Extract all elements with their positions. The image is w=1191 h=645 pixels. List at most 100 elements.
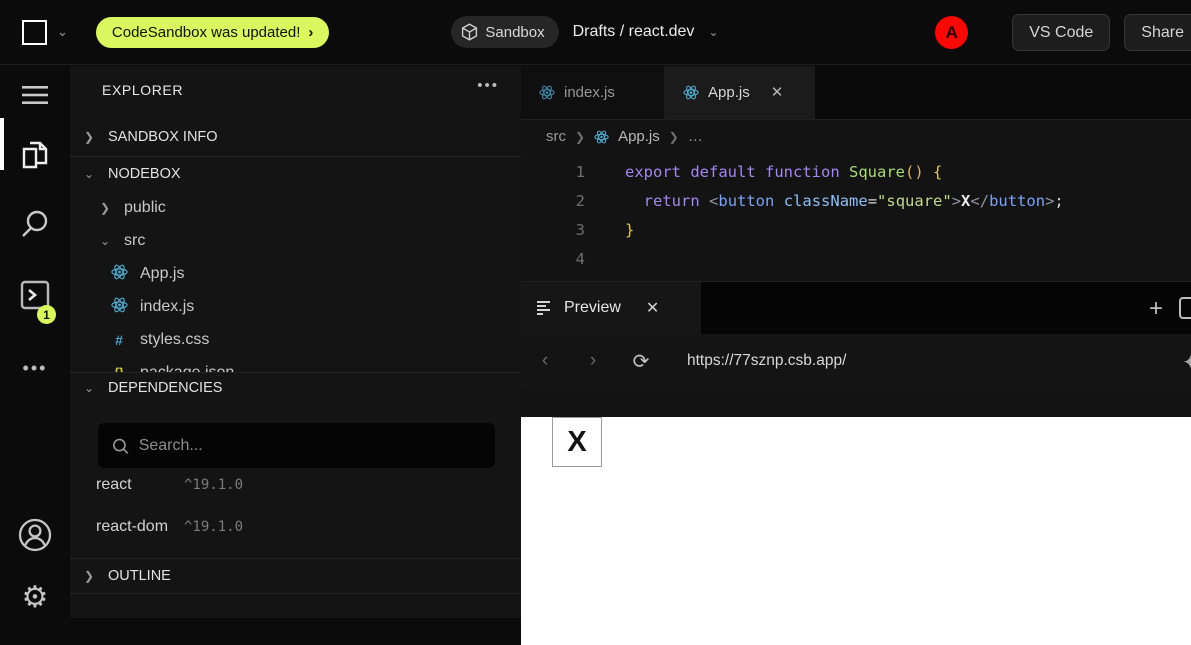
update-banner-button[interactable]: CodeSandbox was updated! › — [96, 17, 329, 48]
share-button[interactable]: Share — [1124, 14, 1191, 51]
code-line[interactable]: 4 — [521, 245, 1191, 274]
file-label: package.json — [140, 364, 234, 373]
explorer-title: EXPLORER — [102, 82, 183, 98]
top-bar: ⌄ CodeSandbox was updated! › Sandbox Dra… — [0, 0, 1191, 65]
editor-breadcrumb[interactable]: src ❯ App.js ❯ … — [521, 120, 1191, 153]
section-label: DEPENDENCIES — [108, 380, 222, 396]
editor-tab-bar: index.js App.js ✕ — [521, 66, 1191, 120]
forward-button[interactable]: › — [569, 350, 617, 372]
main-menu-button[interactable] — [0, 66, 70, 124]
react-icon — [683, 85, 699, 100]
folder-label: public — [124, 199, 166, 217]
sandbox-badge-label: Sandbox — [485, 24, 544, 41]
breadcrumb-more: … — [688, 128, 703, 145]
search-icon — [20, 209, 50, 239]
tree-item-index-js[interactable]: index.js — [70, 290, 521, 323]
section-label: SANDBOX INFO — [108, 129, 218, 145]
tab-label: App.js — [708, 84, 750, 101]
code-text: } — [585, 216, 634, 245]
code-line[interactable]: 1export default function Square() { — [521, 158, 1191, 187]
active-indicator — [0, 118, 4, 170]
sandbox-badge[interactable]: Sandbox — [451, 16, 558, 48]
chevron-right-icon: ❯ — [100, 201, 112, 215]
dependency-name: react — [96, 476, 170, 494]
codesandbox-logo-icon — [22, 20, 47, 45]
activity-bar: 1 ••• ⚙ — [0, 66, 70, 618]
dependency-search-input[interactable] — [139, 437, 481, 455]
react-icon — [539, 85, 555, 100]
chevron-down-icon: ⌄ — [84, 381, 96, 395]
line-number: 4 — [521, 245, 585, 274]
clipped-row: {} package.json — [70, 356, 521, 372]
sparkle-icon[interactable]: ✦ — [1182, 350, 1191, 375]
folder-label: src — [124, 232, 145, 250]
breadcrumb-file: App.js — [618, 128, 660, 145]
dependency-row-react-dom[interactable]: react-dom ^19.1.0 — [70, 510, 521, 544]
close-tab-icon[interactable]: ✕ — [646, 298, 659, 318]
vs-code-button[interactable]: VS Code — [1012, 14, 1110, 51]
explorer-menu-button[interactable]: ••• — [477, 82, 499, 90]
codesandbox-logo-menu[interactable]: ⌄ — [22, 20, 68, 45]
url-field[interactable]: https://77sznp.csb.app/ — [687, 352, 846, 370]
code-text: export default function Square() { — [585, 158, 942, 187]
dependency-search[interactable] — [98, 423, 495, 468]
file-label: styles.css — [140, 331, 209, 349]
settings-button[interactable]: ⚙ — [0, 568, 70, 628]
back-button[interactable]: ‹ — [521, 350, 569, 372]
project-breadcrumb[interactable]: Drafts / react.dev ⌄ — [573, 23, 719, 41]
tree-item-package-json[interactable]: {} package.json — [70, 356, 521, 372]
square-x-button[interactable]: X — [552, 417, 602, 467]
code-line[interactable]: 2 return <button className="square">X</b… — [521, 187, 1191, 216]
dependency-row-react[interactable]: react ^19.1.0 — [70, 468, 521, 502]
section-label: NODEBOX — [108, 166, 181, 182]
react-icon — [110, 297, 128, 316]
files-panel-button[interactable] — [0, 124, 70, 188]
files-icon — [20, 140, 50, 172]
json-file-icon: {} — [110, 365, 128, 372]
open-window-icon[interactable] — [1179, 297, 1191, 319]
close-tab-icon[interactable]: ✕ — [771, 83, 784, 101]
add-preview-tab-button[interactable]: + — [1149, 282, 1163, 335]
more-tools-button[interactable]: ••• — [0, 330, 70, 406]
tree-item-app-js[interactable]: App.js — [70, 257, 521, 290]
code-text: return <button className="square">X</but… — [585, 187, 1064, 216]
chevron-down-icon: ⌄ — [57, 24, 68, 40]
tab-app-js[interactable]: App.js ✕ — [665, 66, 815, 119]
section-dependencies[interactable]: ⌄ DEPENDENCIES — [70, 372, 521, 403]
react-icon — [110, 264, 128, 283]
chevron-right-icon: ❯ — [575, 130, 585, 144]
terminal-panel-button[interactable]: 1 — [0, 260, 70, 330]
hamburger-menu-icon — [22, 85, 48, 105]
dependency-version: ^19.1.0 — [184, 477, 243, 493]
section-outline[interactable]: ❯ OUTLINE — [70, 558, 521, 594]
tab-label: index.js — [564, 84, 615, 101]
chevron-right-icon: ❯ — [84, 130, 96, 144]
react-icon — [594, 130, 609, 144]
tab-index-js[interactable]: index.js — [521, 66, 665, 119]
chevron-down-icon: ⌄ — [708, 25, 718, 39]
code-line[interactable]: 3} — [521, 216, 1191, 245]
dependency-version: ^19.1.0 — [184, 519, 243, 535]
search-panel-button[interactable] — [0, 188, 70, 260]
gear-icon: ⚙ — [22, 583, 49, 613]
explorer-panel: EXPLORER ••• ❯ SANDBOX INFO ⌄ NODEBOX ❯ … — [70, 66, 521, 618]
tab-label: Preview — [564, 299, 621, 317]
refresh-button[interactable]: ⟳ — [617, 349, 665, 374]
section-sandbox-info[interactable]: ❯ SANDBOX INFO — [70, 118, 521, 156]
editor-area: index.js App.js ✕ src ❯ App.js ❯ … 1expo… — [521, 66, 1191, 618]
avatar[interactable]: A — [935, 16, 968, 49]
tree-item-src[interactable]: ⌄ src — [70, 224, 521, 257]
section-nodebox[interactable]: ⌄ NODEBOX — [70, 157, 521, 191]
chevron-right-icon: ❯ — [669, 130, 679, 144]
code-editor[interactable]: 1export default function Square() {2 ret… — [521, 153, 1191, 281]
cube-icon — [461, 23, 478, 41]
tab-preview[interactable]: Preview ✕ — [521, 282, 701, 334]
preview-tab-strip: Preview ✕ + — [521, 281, 1191, 334]
tree-item-styles-css[interactable]: # styles.css — [70, 323, 521, 356]
line-number: 3 — [521, 216, 585, 245]
update-banner-label: CodeSandbox was updated! — [112, 24, 300, 41]
tree-item-public[interactable]: ❯ public — [70, 191, 521, 224]
preview-url-bar: ‹ › ⟳ https://77sznp.csb.app/ ✦ — [521, 334, 1191, 388]
account-button[interactable] — [0, 502, 70, 568]
avatar-letter: A — [946, 23, 958, 43]
